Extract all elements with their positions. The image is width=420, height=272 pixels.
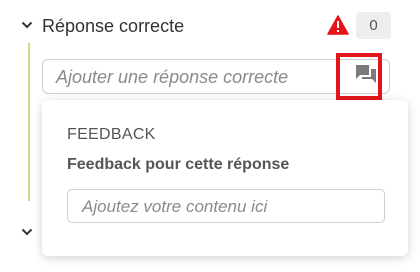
comment-button[interactable] [343,60,389,93]
answer-input[interactable]: Ajouter une réponse correcte [42,59,390,94]
chevron-down-icon[interactable] [21,19,33,31]
answer-placeholder: Ajouter une réponse correcte [56,67,289,87]
count-badge: 0 [356,12,391,39]
feedback-popover [42,100,408,256]
feedback-input[interactable]: Ajoutez votre contenu ici [67,189,385,223]
feedback-placeholder: Ajoutez votre contenu ici [82,197,268,216]
section-divider [28,43,30,201]
chevron-down-icon[interactable] [21,226,33,238]
warning-icon [327,15,349,35]
feedback-heading: FEEDBACK [67,126,156,143]
comment-icon [355,64,377,89]
section-title[interactable]: Réponse correcte [42,14,184,38]
feedback-label: Feedback pour cette réponse [67,156,290,173]
